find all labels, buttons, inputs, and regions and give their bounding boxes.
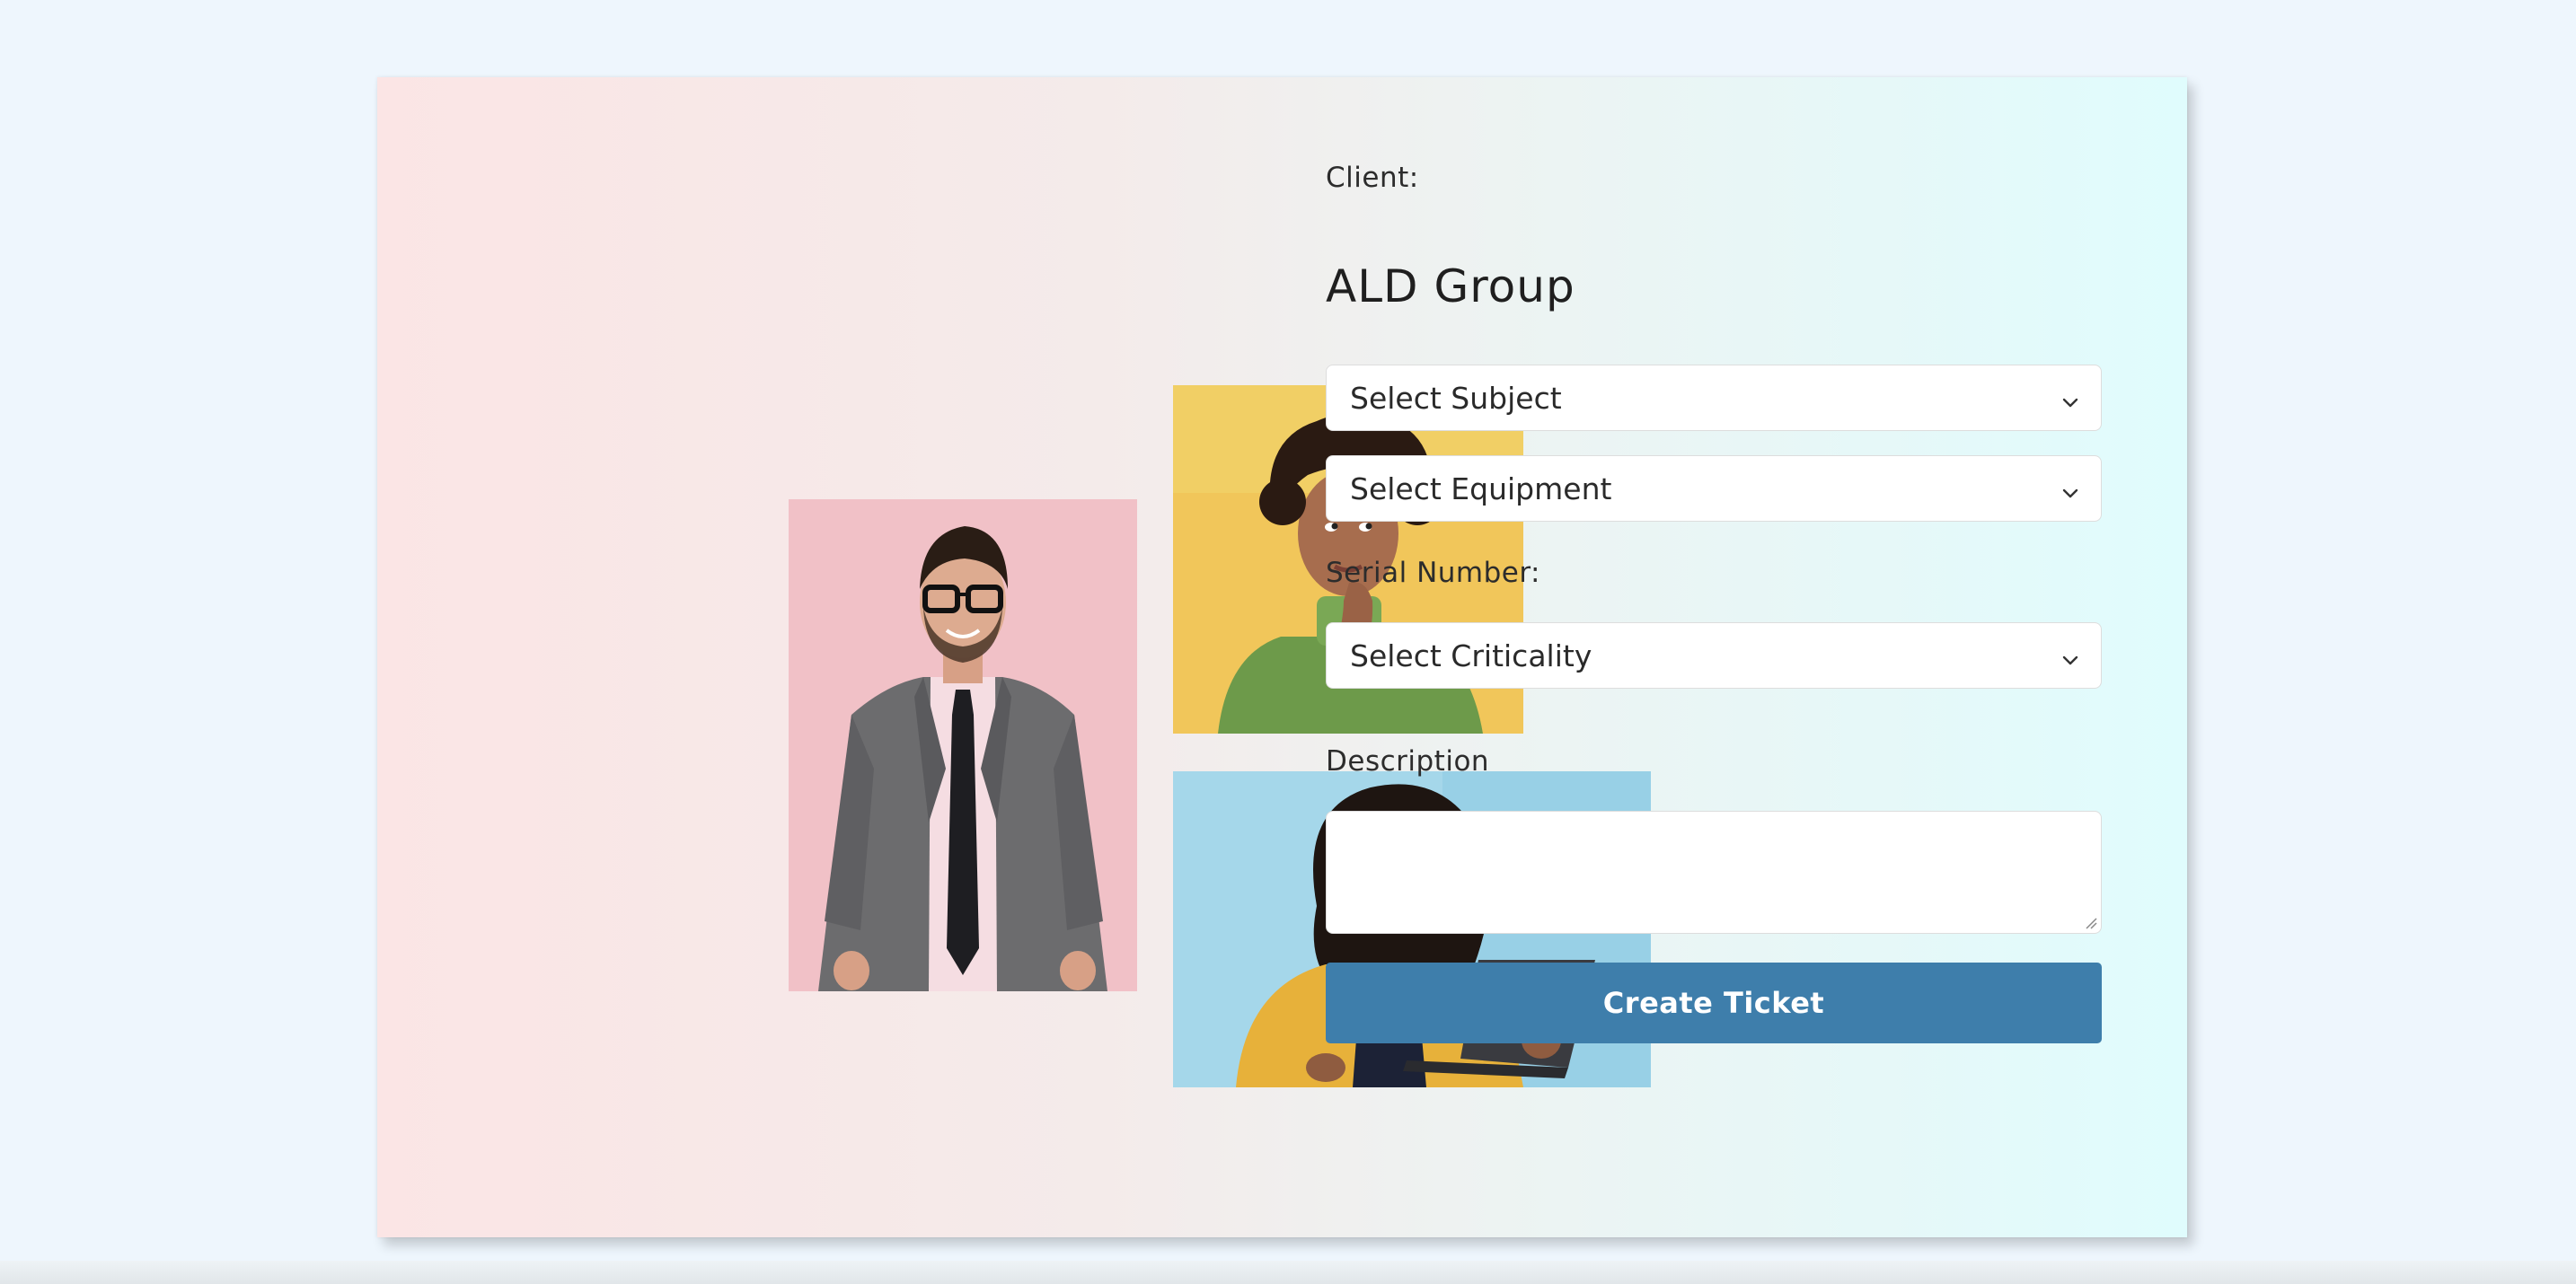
create-ticket-button[interactable]: Create Ticket [1326,963,2102,1043]
equipment-select-value: Select Equipment [1350,471,1612,506]
criticality-select[interactable]: Select Criticality [1326,622,2102,689]
ticket-card: Client: ALD Group Select Subject Select … [377,77,2187,1237]
subject-select[interactable]: Select Subject [1326,365,2102,431]
client-name: ALD Group [1326,260,1575,312]
description-textarea[interactable] [1326,811,2102,934]
bottom-edge [0,1261,2576,1284]
chevron-down-icon [2061,638,2079,673]
description-label: Description [1326,745,1490,778]
chevron-down-icon [2061,381,2079,416]
client-label: Client: [1326,162,1419,194]
subject-select-value: Select Subject [1350,380,1562,416]
serial-number-label: Serial Number: [1326,557,1541,589]
equipment-select[interactable]: Select Equipment [1326,455,2102,522]
photo-man-in-suit [789,499,1137,991]
criticality-select-value: Select Criticality [1350,638,1592,673]
resize-grip-icon[interactable] [2083,915,2097,929]
chevron-down-icon [2061,471,2079,506]
